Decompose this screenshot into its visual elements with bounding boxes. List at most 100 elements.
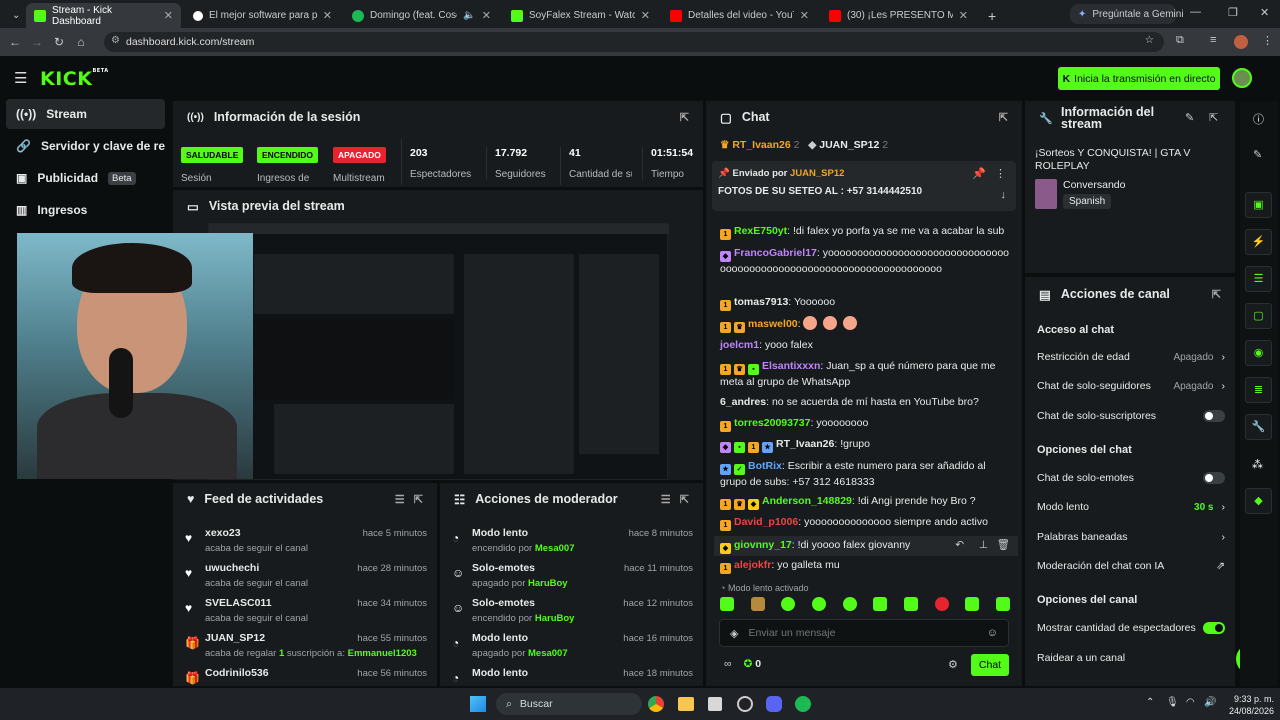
pinned-user[interactable]: JUAN_SP12 [790, 168, 844, 179]
popout-icon[interactable]: ⇱ [1212, 288, 1221, 301]
emote-icon[interactable] [842, 597, 857, 611]
mod-user[interactable]: Mesa007 [535, 543, 575, 554]
go-live-button[interactable]: K Inicia la transmisión en directo [1058, 67, 1220, 90]
emote-icon[interactable] [750, 597, 765, 611]
extensions-icon[interactable]: ⧉ [1176, 34, 1184, 47]
new-tab-button[interactable]: + [980, 3, 1000, 28]
chat-user[interactable]: joelcm1 [720, 339, 759, 351]
message-field[interactable] [748, 627, 977, 639]
back-icon[interactable]: ← [4, 35, 26, 49]
close-icon[interactable]: ✕ [641, 9, 650, 22]
stream-video[interactable] [208, 223, 669, 480]
filter-icon[interactable]: ☰ ⇱ [395, 493, 423, 506]
pin-icon[interactable]: ⊥ [979, 538, 988, 552]
activity-user[interactable]: JUAN_SP12 [205, 632, 265, 644]
emote-icon[interactable] [934, 597, 949, 611]
sidebar-item-revenue[interactable]: ▥ Ingresos [6, 195, 165, 225]
sidebar-item-stream[interactable]: ((•)) Stream [6, 99, 165, 129]
close-icon[interactable]: ✕ [482, 9, 491, 22]
hamburger-menu-icon[interactable]: ☰ [14, 69, 27, 87]
spotify-taskbar-icon[interactable] [795, 696, 811, 712]
slow-mode-row[interactable]: Modo lento 30 s › [1037, 501, 1225, 513]
gift-target[interactable]: Emmanuel1203 [348, 648, 417, 659]
mod-rail-icon[interactable]: ≣ [1245, 377, 1272, 403]
chat-user[interactable]: David_p1006 [734, 516, 798, 528]
menu-icon[interactable]: ⋮ [1262, 34, 1273, 47]
chat-user[interactable]: alejokfr [734, 559, 771, 571]
chat-user[interactable]: maswel00 [748, 318, 798, 330]
activity-user[interactable]: Codrinilo536 [205, 667, 269, 679]
mod-user[interactable]: HaruBoy [535, 613, 575, 624]
maximize-button[interactable]: ❐ [1228, 6, 1238, 19]
reply-icon[interactable]: ↶ [955, 538, 964, 552]
chat-user[interactable]: BotRix [748, 460, 782, 472]
speaker-icon[interactable]: 🔈 [463, 10, 475, 21]
bookmark-star-icon[interactable]: ☆ [1145, 34, 1154, 46]
volume-icon[interactable]: 🔊 [1204, 697, 1216, 708]
filter-icon[interactable]: ☰ ⇱ [661, 493, 689, 506]
more-options-icon[interactable]: ⋮ [995, 167, 1006, 180]
reload-icon[interactable]: ↻ [48, 35, 70, 49]
kick-logo[interactable]: KICKBETA [40, 68, 109, 90]
popout-icon[interactable]: ⇱ [999, 111, 1008, 124]
delete-icon[interactable]: 🗑 [997, 538, 1010, 552]
profile-avatar[interactable] [1234, 35, 1248, 49]
media-icon[interactable]: ≡ [1210, 34, 1216, 46]
url-input[interactable]: ⚙ dashboard.kick.com/stream ☆ [104, 32, 1164, 52]
ai-moderation-row[interactable]: Moderación del chat con IA ⇗ [1037, 560, 1225, 572]
tab-youtube-video[interactable]: (30) ¡Les PRESENTO MI NUEVO ✕ [821, 3, 976, 28]
store-taskbar-icon[interactable] [708, 697, 722, 711]
rail-widget-button[interactable]: ▣ [1245, 192, 1272, 218]
discord-taskbar-icon[interactable] [766, 696, 782, 712]
tray-chevron-icon[interactable]: ⌃ [1146, 697, 1154, 708]
tab-list-button[interactable]: ⌄ [4, 3, 24, 28]
activity-user[interactable]: SVELASC011 [205, 597, 272, 609]
emote-only-toggle[interactable] [1203, 472, 1225, 484]
tab-spotify[interactable]: Domingo (feat. Cosculluela 🔈 ✕ [344, 3, 499, 28]
chat-input[interactable]: ◈ ☺ [719, 619, 1009, 647]
emote-icon[interactable] [781, 597, 796, 611]
tab-youtube-studio[interactable]: Detalles del video - YouTube St ✕ [662, 3, 817, 28]
points-display[interactable]: ✪ 0 [744, 658, 762, 670]
emote-icon[interactable] [720, 597, 734, 611]
mic-tray-icon[interactable]: 🎙 [1166, 697, 1179, 708]
send-chat-button[interactable]: Chat [971, 654, 1009, 676]
close-icon[interactable]: ✕ [959, 9, 968, 22]
edit-icon[interactable]: ✎ [1185, 111, 1194, 124]
chat-user[interactable]: RexE750yt [734, 225, 787, 237]
expand-icon[interactable]: ↓ [1001, 189, 1007, 201]
broadcast-rail-icon[interactable]: ◉ [1245, 340, 1272, 366]
emoji-icon[interactable]: ☺ [987, 627, 998, 639]
emote-icon[interactable] [903, 597, 918, 611]
close-icon[interactable]: ✕ [323, 9, 332, 22]
minimize-button[interactable]: — [1190, 6, 1201, 18]
chat-rail-icon[interactable]: ▢ [1245, 303, 1272, 329]
edit-icon[interactable]: ✎ [1253, 148, 1262, 161]
chrome-taskbar-icon[interactable] [648, 696, 664, 712]
emote-icon[interactable] [811, 597, 826, 611]
chat-user[interactable]: Elsantixxxn [762, 360, 820, 372]
age-restriction-row[interactable]: Restricción de edad Apagado › [1037, 351, 1225, 363]
emote-icon[interactable] [995, 597, 1010, 611]
unpin-icon[interactable]: 📌 [972, 167, 986, 180]
sidebar-item-server-key[interactable]: 🔗 Servidor y clave de retransmisión [6, 131, 165, 161]
chat-user[interactable]: torres20093737 [734, 417, 810, 429]
close-icon[interactable]: ✕ [164, 9, 173, 22]
gifter-name[interactable]: RT_Ivaan26 [732, 139, 790, 151]
clock[interactable]: 9:33 p. m. 24/08/2026 [1222, 693, 1274, 717]
close-window-button[interactable]: ✕ [1260, 6, 1269, 19]
popout-icon[interactable]: ⇱ [1209, 111, 1218, 124]
close-icon[interactable]: ✕ [800, 9, 809, 22]
chat-user[interactable]: FrancoGabriel17 [734, 247, 817, 259]
wrench-rail-icon[interactable]: 🔧 [1245, 414, 1272, 440]
tab-kick-dashboard[interactable]: Stream - Kick Dashboard ✕ [26, 3, 181, 28]
info-icon[interactable]: ⓘ [1253, 111, 1264, 127]
obs-taskbar-icon[interactable] [737, 696, 753, 712]
mod-user[interactable]: Mesa007 [528, 648, 568, 659]
emote-icon[interactable] [965, 597, 980, 611]
sidebar-item-ads[interactable]: ▣ Publicidad Beta [6, 163, 165, 193]
activity-user[interactable]: xexo23 [205, 527, 241, 539]
category-name[interactable]: Conversando [1063, 179, 1125, 191]
activity-user[interactable]: uwuchechi [205, 562, 259, 574]
wifi-icon[interactable]: ◠ [1186, 697, 1195, 708]
